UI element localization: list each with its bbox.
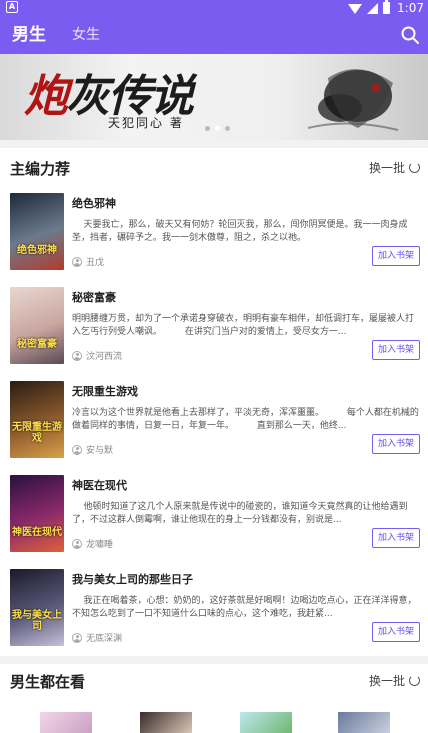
- book-cover-art: [10, 569, 64, 646]
- book-row[interactable]: 我与美女上司 我与美女上司的那些日子 我正在喝着茶，心想：奶奶的，这好茶就是好喝啊…: [0, 569, 428, 663]
- person-icon: [72, 632, 82, 643]
- book-cover-title: 神医在现代: [12, 527, 62, 538]
- status-icons: 1:07: [348, 0, 424, 16]
- person-icon: [72, 350, 82, 361]
- author-name: 无底深渊: [86, 634, 123, 644]
- book-cover[interactable]: 我与美女上司: [10, 569, 64, 646]
- banner-title-red: 炮: [24, 71, 68, 122]
- refresh-button[interactable]: 换一批: [369, 672, 420, 689]
- add-to-shelf-button[interactable]: 加入书架: [372, 434, 420, 454]
- book-author: 丑戊: [72, 255, 104, 268]
- section-divider: [0, 140, 428, 148]
- book-cover[interactable]: 神医在现代: [10, 475, 64, 552]
- book-description: 天要我亡，那么，破天又有何妨？轮回灭我，那么，闯你阴冥便是。我一一肉身成圣，挡者…: [72, 220, 408, 243]
- carousel-dots: [205, 126, 230, 131]
- book-row[interactable]: 绝色邪神 绝色邪神 天要我亡，那么，破天又有何妨？轮回灭我，那么，闯你阴冥便是。我…: [0, 193, 428, 287]
- section-header-recommend: 主编力荐 换一批: [0, 150, 428, 190]
- tab-female[interactable]: 女生: [72, 16, 100, 54]
- add-to-shelf-button[interactable]: 加入书架: [372, 622, 420, 642]
- notification-icon: A: [6, 1, 18, 13]
- book-title[interactable]: 绝色邪神: [72, 195, 116, 211]
- section-title: 主编力荐: [10, 160, 71, 178]
- book-cover-art: [10, 475, 64, 552]
- refresh-label: 换一批: [368, 161, 405, 175]
- refresh-icon: [409, 675, 420, 686]
- book-cover-art: [10, 287, 64, 364]
- book-author: 汶河西流: [72, 349, 122, 362]
- book-author: 安与默: [72, 443, 113, 456]
- book-description: 我正在喝着茶，心想：奶奶的，这好茶就是好喝啊！边喝边吃点心，正在洋洋得意，不知怎…: [72, 596, 417, 619]
- section-title: 男生都在看: [10, 673, 86, 691]
- status-bar: A 1:07: [0, 0, 428, 16]
- book-title[interactable]: 秘密富豪: [72, 289, 116, 305]
- search-icon[interactable]: [400, 25, 420, 45]
- book-title[interactable]: 无限重生游戏: [72, 383, 138, 399]
- book-cover[interactable]: 绝色邪神: [10, 193, 64, 270]
- book-author: 无底深渊: [72, 631, 122, 644]
- tab-male[interactable]: 男生: [12, 16, 46, 54]
- banner-carousel[interactable]: 炮灰传说 天犯同心 著: [0, 54, 428, 140]
- book-title[interactable]: 神医在现代: [72, 477, 127, 493]
- signal-icon: [367, 2, 379, 14]
- book-cover-title: 秘密富豪: [17, 339, 57, 350]
- battery-icon: [383, 0, 391, 14]
- book-cover-art: [10, 381, 64, 458]
- book-row[interactable]: 神医在现代 神医在现代 他顿时知道了这几个人原来就是传说中的碰瓷的，谁知道今天竟然…: [0, 475, 428, 569]
- author-name: 龙嘯睡: [86, 540, 114, 550]
- also-reading-thumbnails: [0, 712, 428, 733]
- book-thumbnail[interactable]: [40, 712, 92, 733]
- refresh-icon: [409, 162, 420, 173]
- wifi-icon: [348, 4, 363, 14]
- author-name: 丑戊: [86, 258, 105, 268]
- book-cover-title: 我与美女上司: [12, 610, 62, 632]
- refresh-button[interactable]: 换一批: [369, 159, 420, 176]
- banner-author: 天犯同心 著: [108, 116, 184, 130]
- book-cover-art: [10, 193, 64, 270]
- book-description: 他顿时知道了这几个人原来就是传说中的碰瓷的，谁知道今天竟然真的让他给遇到了，不过…: [72, 502, 408, 525]
- app-bar: 男生 女生: [0, 16, 428, 54]
- author-name: 汶河西流: [86, 352, 123, 362]
- book-thumbnail[interactable]: [140, 712, 192, 733]
- banner-ink-illustration: [307, 69, 399, 131]
- refresh-label: 换一批: [368, 674, 405, 688]
- book-thumbnail[interactable]: [240, 712, 292, 733]
- book-row[interactable]: 秘密富豪 秘密富豪 明明腰缠万贯，却为了一个承诺身穿破衣，明明有豪车相伴，却低调打车…: [0, 287, 428, 381]
- book-cover[interactable]: 秘密富豪: [10, 287, 64, 364]
- status-time: 1:07: [397, 1, 424, 15]
- book-description: 冷言以为这个世界就是他看上去那样了，平淡无奇，浑浑噩噩。 每个人都在机械的做着同…: [72, 408, 419, 431]
- carousel-dot[interactable]: [225, 126, 230, 131]
- book-cover-title: 绝色邪神: [17, 245, 57, 256]
- author-name: 安与默: [86, 446, 114, 456]
- book-description: 明明腰缠万贯，却为了一个承诺身穿破衣，明明有豪车相伴，却低调打车，屡屡被人打入乞…: [72, 314, 415, 337]
- book-row[interactable]: 无限重生游戏 无限重生游戏 冷言以为这个世界就是他看上去那样了，平淡无奇，浑浑噩噩。…: [0, 381, 428, 475]
- book-title[interactable]: 我与美女上司的那些日子: [72, 571, 193, 587]
- person-icon: [72, 538, 82, 549]
- carousel-dot[interactable]: [205, 126, 210, 131]
- carousel-dot-active[interactable]: [215, 126, 220, 131]
- section-header-also-reading: 男生都在看 换一批: [0, 663, 428, 703]
- add-to-shelf-button[interactable]: 加入书架: [372, 340, 420, 360]
- add-to-shelf-button[interactable]: 加入书架: [372, 246, 420, 266]
- person-icon: [72, 444, 82, 455]
- book-thumbnail[interactable]: [338, 712, 390, 733]
- book-cover-title: 无限重生游戏: [12, 422, 62, 444]
- book-author: 龙嘯睡: [72, 537, 113, 550]
- add-to-shelf-button[interactable]: 加入书架: [372, 528, 420, 548]
- person-icon: [72, 256, 82, 267]
- book-cover[interactable]: 无限重生游戏: [10, 381, 64, 458]
